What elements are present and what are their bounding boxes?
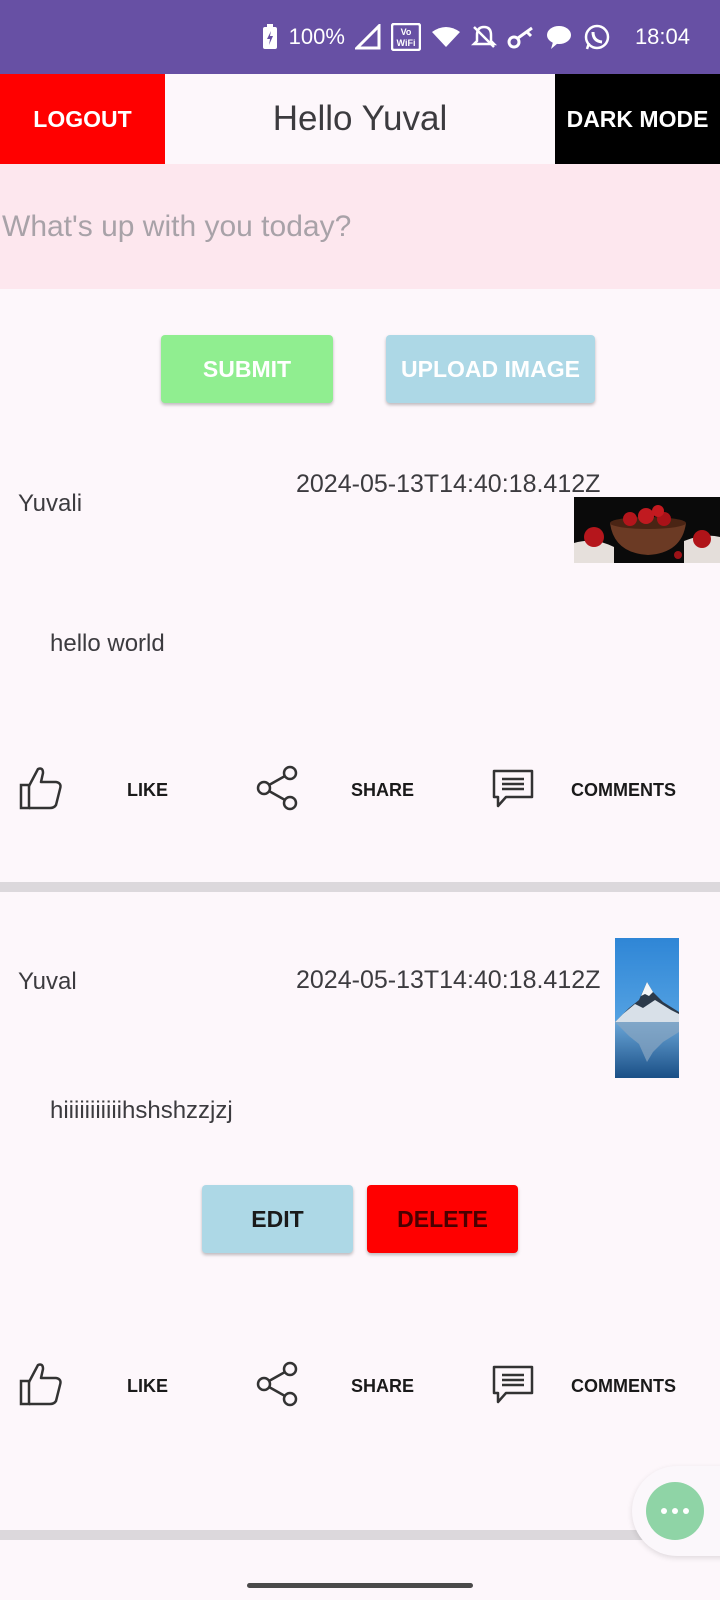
logout-button[interactable]: LOGOUT — [0, 74, 165, 164]
post-divider — [0, 882, 720, 892]
comments-icon[interactable] — [490, 768, 536, 815]
more-options-button[interactable] — [646, 1482, 704, 1540]
comments-icon[interactable] — [490, 1364, 536, 1411]
more-dots-icon — [672, 1508, 678, 1514]
post-composer — [0, 164, 720, 289]
delete-button[interactable]: DELETE — [367, 1185, 518, 1253]
chat-icon — [545, 24, 573, 50]
post-card: 2024-05-13T14:40:18.412Z Yuval hiiiiiiii… — [0, 892, 720, 1532]
post-timestamp: 2024-05-13T14:40:18.412Z — [296, 470, 601, 498]
floating-action-container — [632, 1466, 720, 1556]
comments-button[interactable]: COMMENTS — [571, 780, 676, 801]
status-icons: 100% Vo WiFi 18:04 — [261, 0, 690, 74]
submit-button[interactable]: SUBMIT — [161, 335, 333, 403]
mute-icon — [470, 24, 497, 50]
battery-charging-icon — [261, 24, 279, 50]
like-icon[interactable] — [18, 765, 64, 816]
share-icon[interactable] — [256, 1361, 300, 1412]
svg-text:Vo: Vo — [401, 27, 412, 37]
whatsapp-icon — [583, 23, 611, 51]
comments-button[interactable]: COMMENTS — [571, 1376, 676, 1397]
status-bar: 100% Vo WiFi 18:04 — [0, 0, 720, 74]
wifi-icon — [431, 25, 461, 49]
post-card: 2024-05-13T14:40:18.412Z Yuvali hello wo… — [0, 440, 720, 880]
mountain-lake-image — [615, 938, 679, 1078]
svg-text:WiFi: WiFi — [396, 38, 415, 48]
more-dots-icon — [661, 1508, 667, 1514]
like-button[interactable]: LIKE — [127, 780, 168, 801]
like-icon[interactable] — [18, 1361, 64, 1412]
signal-icon — [354, 24, 381, 50]
clock: 18:04 — [634, 24, 690, 49]
gesture-nav-handle[interactable] — [247, 1583, 473, 1588]
post-divider — [0, 1530, 720, 1540]
greeting-title: Hello Yuval — [272, 99, 448, 138]
upload-image-button[interactable]: UPLOAD IMAGE — [386, 335, 595, 403]
like-button[interactable]: LIKE — [127, 1376, 168, 1397]
post-content: hiiiiiiiiiiihshshzzjzj — [50, 1097, 233, 1124]
post-input[interactable] — [0, 164, 720, 289]
battery-percent: 100% — [288, 24, 345, 49]
more-dots-icon — [683, 1508, 689, 1514]
share-button[interactable]: SHARE — [351, 1376, 414, 1397]
vowifi-icon: Vo WiFi — [390, 23, 421, 51]
app-header: LOGOUT Hello Yuval DARK MODE — [0, 74, 720, 164]
post-author: Yuval — [18, 968, 77, 995]
post-timestamp: 2024-05-13T14:40:18.412Z — [296, 966, 601, 994]
post-content: hello world — [50, 630, 165, 657]
next-post-peek — [0, 1540, 720, 1600]
pomegranate-bowl-image — [574, 497, 720, 563]
edit-button[interactable]: EDIT — [202, 1185, 353, 1253]
dark-mode-button[interactable]: DARK MODE — [555, 74, 720, 164]
key-icon — [507, 25, 535, 49]
share-button[interactable]: SHARE — [351, 780, 414, 801]
share-icon[interactable] — [256, 765, 300, 816]
post-author: Yuvali — [18, 490, 83, 517]
